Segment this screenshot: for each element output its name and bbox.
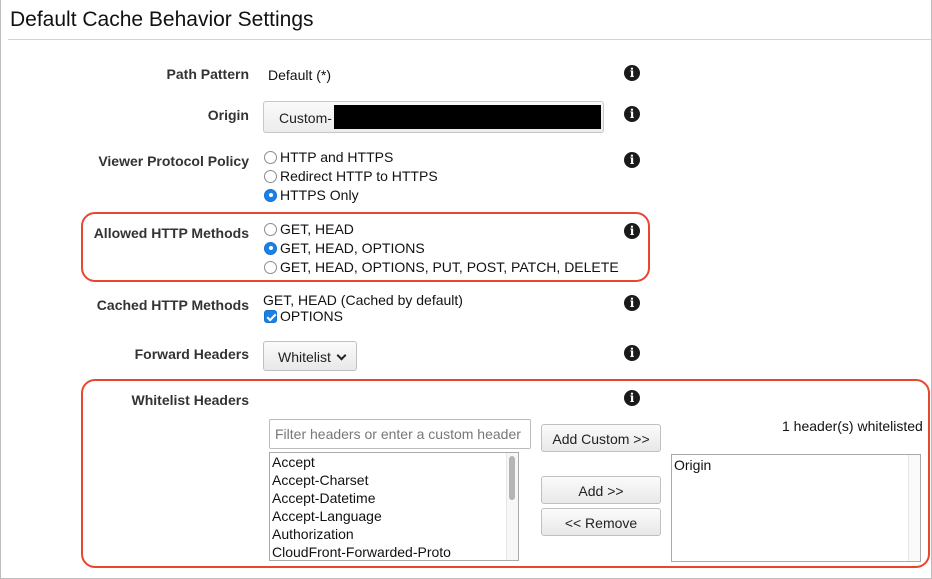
info-icon[interactable]: i [624,152,640,168]
list-item[interactable]: Accept-Charset [270,471,518,489]
scrollbar-thumb[interactable] [509,456,515,500]
origin-select[interactable]: Custom- [263,101,604,133]
whitelist-headers-label: Whitelist Headers [131,392,249,408]
origin-value: Custom- [279,110,332,126]
radio-button[interactable] [264,169,277,183]
radio-button-selected[interactable] [264,241,277,255]
checkbox-label: OPTIONS [280,308,344,324]
info-icon[interactable]: i [624,106,640,122]
list-item[interactable]: Accept-Language [270,507,518,525]
radio-button-selected[interactable] [264,188,277,202]
cached-methods-default-text: GET, HEAD (Cached by default) [263,292,463,308]
list-item[interactable]: Origin [672,456,920,474]
available-headers-list[interactable]: Accept Accept-Charset Accept-Datetime Ac… [269,452,519,561]
chevron-down-icon [336,350,347,361]
redacted-block [334,105,601,129]
whitelisted-count: 1 header(s) whitelisted [782,418,923,434]
dropdown-value: Whitelist [278,349,331,365]
add-custom-button[interactable]: Add Custom >> [541,424,661,452]
option-label: GET, HEAD, OPTIONS, PUT, POST, PATCH, DE… [280,259,619,275]
radio-button[interactable] [264,150,277,164]
section-title: Default Cache Behavior Settings [10,8,314,31]
add-button[interactable]: Add >> [541,476,661,504]
list-item[interactable]: CloudFront-Forwarded-Proto [270,543,518,560]
option-label: HTTP and HTTPS [280,149,394,165]
option-label: HTTPS Only [280,187,359,203]
viewer-protocol-label: Viewer Protocol Policy [98,153,249,169]
checkbox-checked[interactable] [264,309,277,323]
origin-label: Origin [207,107,249,123]
scrollbar[interactable] [908,455,920,561]
list-item[interactable]: Authorization [270,525,518,543]
option-label: GET, HEAD [280,221,354,237]
allowed-methods-option-all[interactable]: GET, HEAD, OPTIONS, PUT, POST, PATCH, DE… [264,258,619,276]
list-item[interactable]: Accept-Datetime [270,489,518,507]
option-label: Redirect HTTP to HTTPS [280,168,438,184]
forward-headers-dropdown[interactable]: Whitelist [263,341,357,371]
list-item[interactable]: Accept [270,453,518,471]
info-icon[interactable]: i [624,223,640,239]
path-pattern-value: Default (*) [268,67,332,83]
cached-methods-options-checkbox[interactable]: OPTIONS [264,307,343,325]
info-icon[interactable]: i [624,295,640,311]
option-label: GET, HEAD, OPTIONS [280,240,425,256]
header-filter-input[interactable]: Filter headers or enter a custom header [269,419,531,449]
path-pattern-label: Path Pattern [166,66,249,82]
remove-button[interactable]: << Remove [541,508,661,536]
radio-button[interactable] [264,260,277,274]
title-divider [8,39,931,40]
radio-button[interactable] [264,222,277,236]
info-icon[interactable]: i [624,345,640,361]
allowed-methods-label: Allowed HTTP Methods [93,225,249,241]
info-icon[interactable]: i [624,390,640,406]
forward-headers-label: Forward Headers [134,346,249,362]
selected-headers-list[interactable]: Origin [671,454,921,562]
cached-methods-label: Cached HTTP Methods [96,297,249,313]
scrollbar[interactable] [506,453,518,560]
viewer-protocol-option-http-https[interactable]: HTTP and HTTPS [264,148,393,166]
info-icon[interactable]: i [624,65,640,81]
allowed-methods-option-get-head-options[interactable]: GET, HEAD, OPTIONS [264,239,425,257]
viewer-protocol-option-https-only[interactable]: HTTPS Only [264,186,359,204]
viewer-protocol-option-redirect[interactable]: Redirect HTTP to HTTPS [264,167,438,185]
allowed-methods-option-get-head[interactable]: GET, HEAD [264,220,354,238]
